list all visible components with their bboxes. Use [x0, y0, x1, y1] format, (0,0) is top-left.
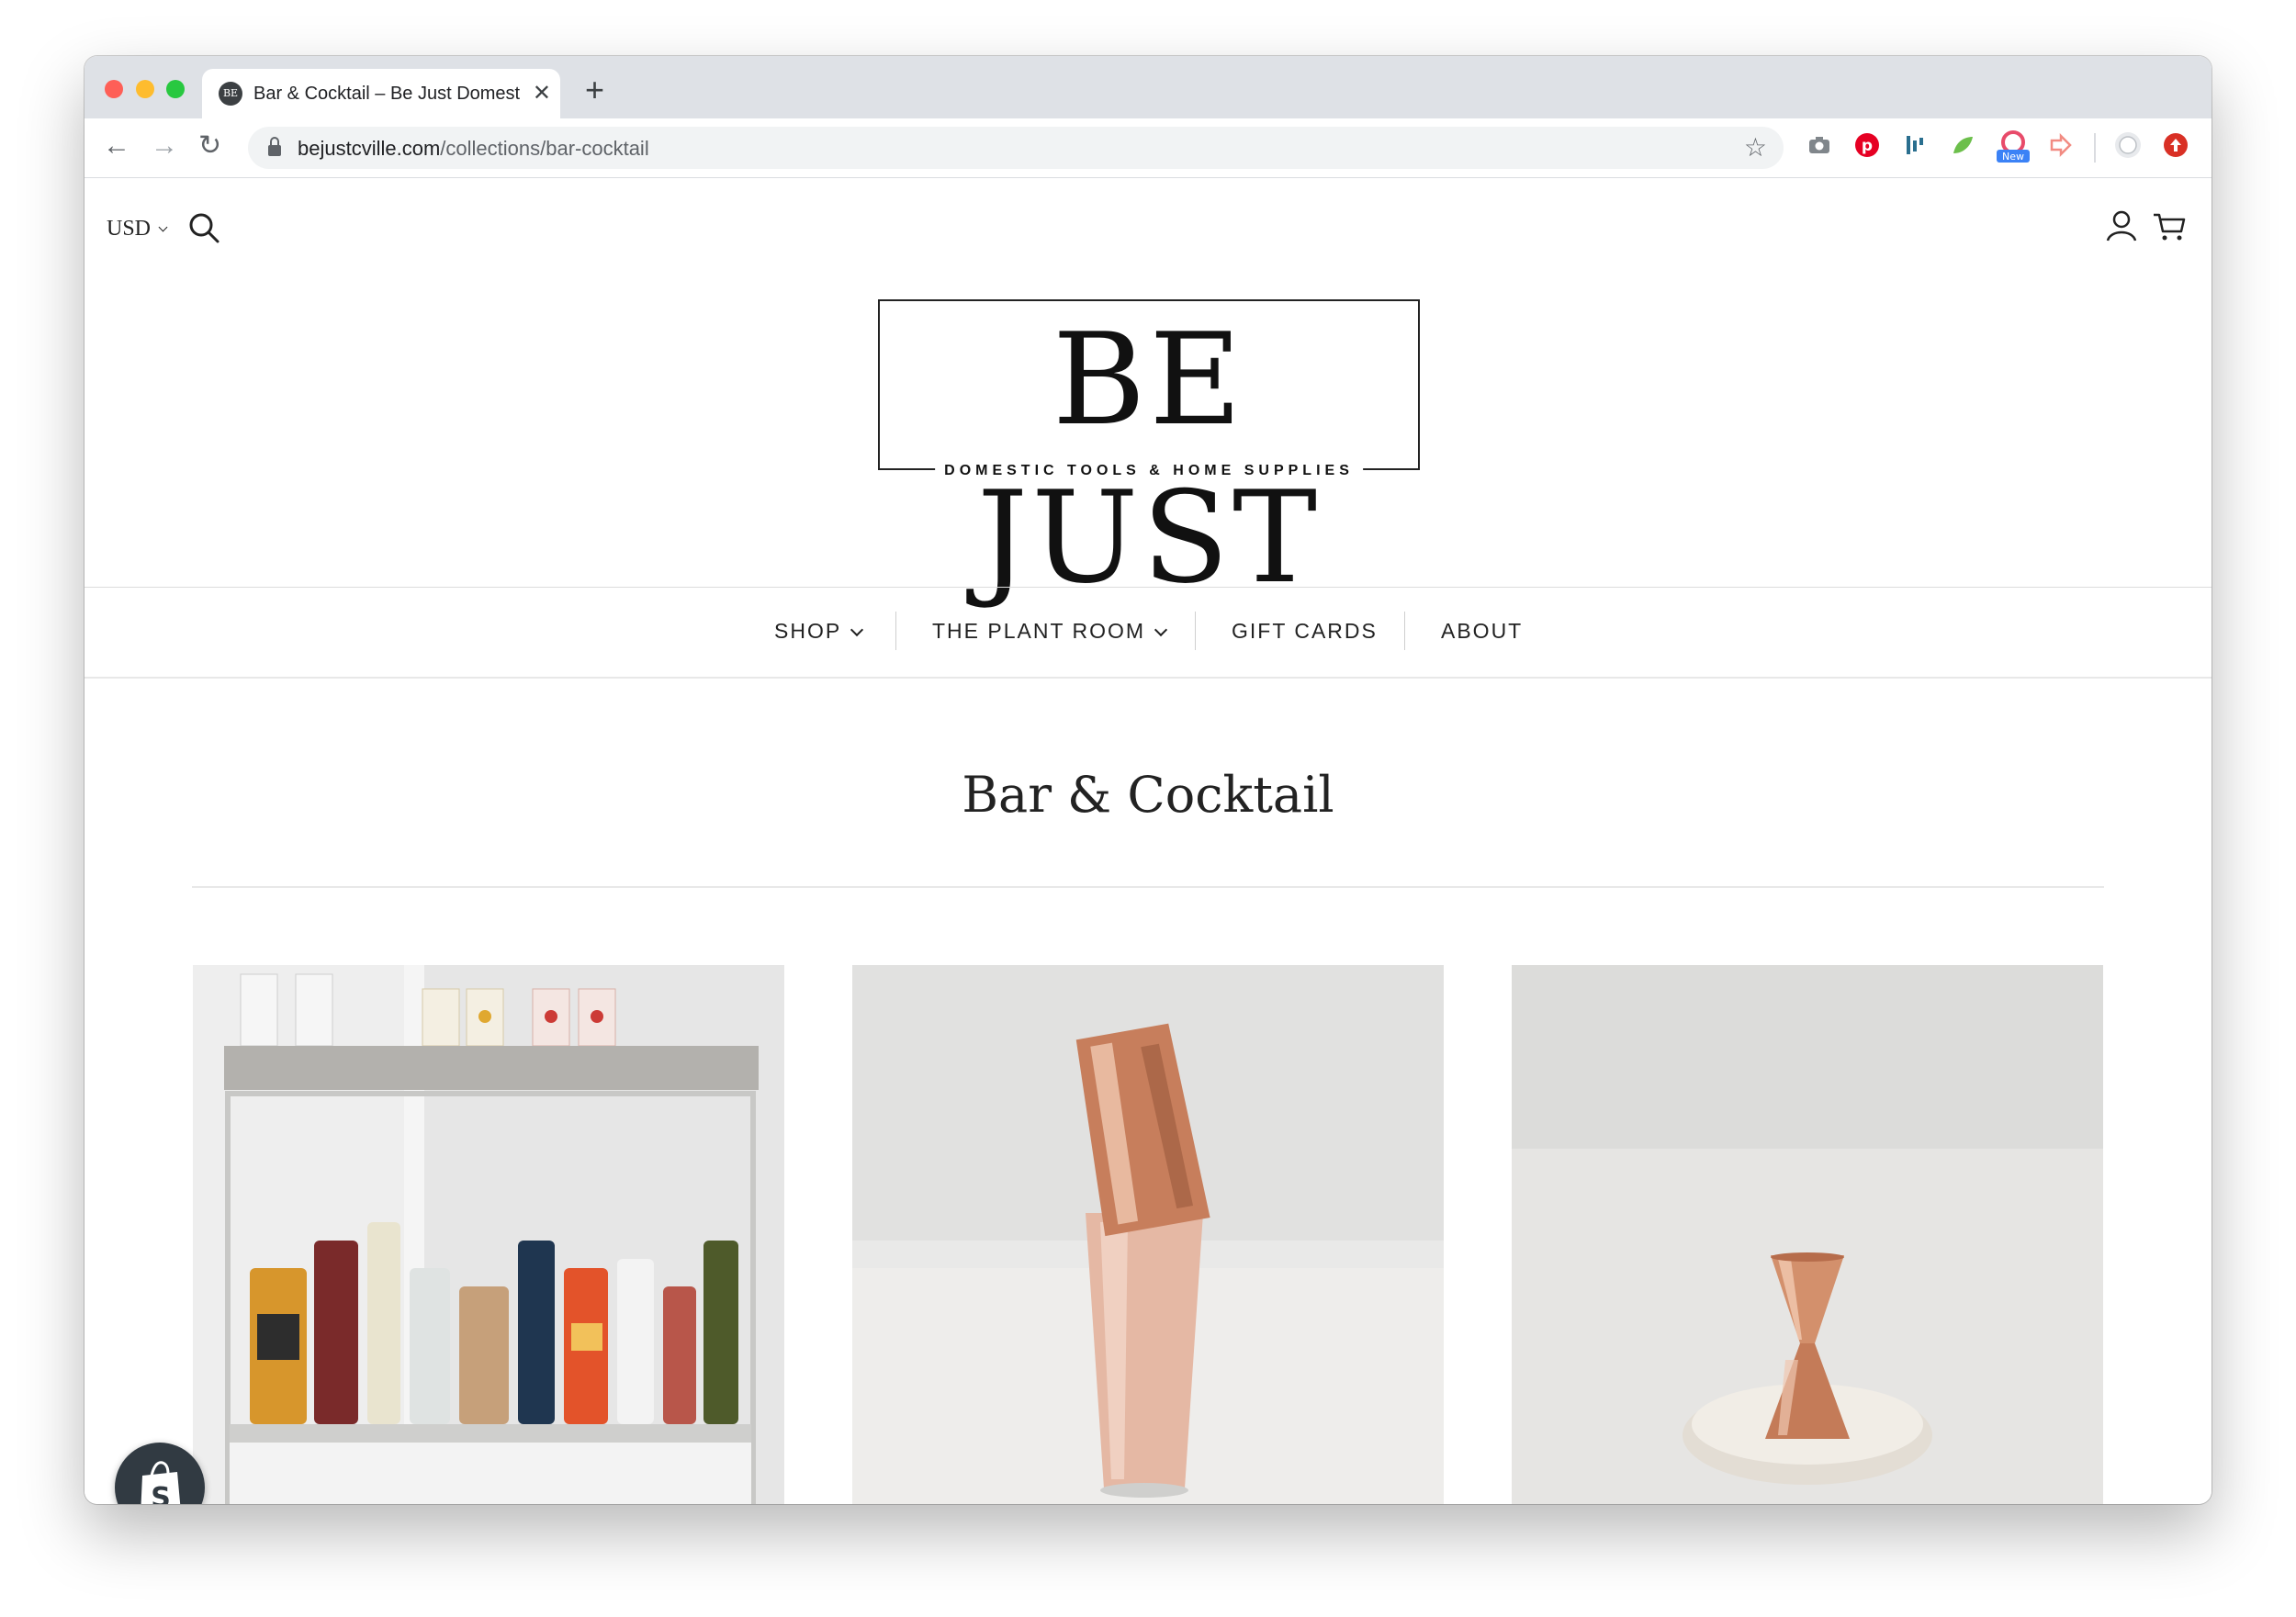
shaker-image: [852, 965, 1444, 1504]
url-path: /collections/bar-cocktail: [440, 137, 649, 160]
url-domain: bejustcville.com: [298, 137, 441, 160]
new-badge: New: [2002, 151, 2024, 163]
maximize-window-button[interactable]: [166, 80, 185, 98]
share-extension-icon[interactable]: [2046, 131, 2074, 159]
search-icon[interactable]: [187, 211, 220, 244]
nav-divider: [1404, 612, 1405, 650]
back-arrow-icon[interactable]: ←: [103, 128, 130, 164]
reload-icon[interactable]: ↻: [198, 128, 221, 164]
logo-wordmark: BE JUST: [976, 306, 1322, 612]
new-tab-button[interactable]: +: [585, 73, 604, 107]
profile-avatar-icon[interactable]: [2114, 131, 2142, 159]
analytics-extension-icon[interactable]: [1901, 131, 1929, 159]
nav-label-about: ABOUT: [1441, 619, 1524, 643]
browser-tab[interactable]: BE Bar & Cocktail – Be Just Domestic Too…: [202, 69, 560, 118]
tab-strip: BE Bar & Cocktail – Be Just Domestic Too…: [84, 56, 2212, 118]
store-logo[interactable]: BE JUST DOMESTIC TOOLS & HOME SUPPLIES: [878, 299, 1420, 612]
chevron-down-icon: [1154, 623, 1168, 637]
chevron-down-icon: [158, 222, 168, 232]
nav-divider: [895, 612, 896, 650]
main-navigation: SHOP THE PLANT ROOM GIFT CARDS ABOUT: [84, 588, 2212, 676]
svg-text:p: p: [1862, 137, 1873, 155]
logo-tagline: DOMESTIC TOOLS & HOME SUPPLIES: [935, 463, 1363, 479]
product-card-jigger[interactable]: [1512, 965, 2103, 1504]
nav-label-plant-room: THE PLANT ROOM: [932, 619, 1146, 643]
cart-icon[interactable]: [2153, 211, 2186, 242]
jigger-image: [1512, 965, 2103, 1504]
lock-icon: [268, 137, 281, 156]
nav-label-shop: SHOP: [774, 619, 842, 643]
title-divider: [192, 886, 2104, 888]
forward-arrow-icon[interactable]: →: [151, 128, 178, 164]
close-tab-icon[interactable]: ✕: [533, 80, 551, 107]
pinterest-extension-icon[interactable]: p: [1853, 131, 1881, 159]
camera-extension-icon[interactable]: [1806, 131, 1833, 159]
page-content: USD BE JUST DOMESTIC TOOLS & HOME SUPPLI…: [84, 178, 2212, 1504]
nav-label-gift-cards: GIFT CARDS: [1232, 619, 1378, 643]
shopify-chat-button[interactable]: S: [115, 1443, 205, 1504]
nav-item-shop[interactable]: SHOP: [774, 619, 864, 644]
currency-selector[interactable]: USD: [107, 217, 168, 241]
account-icon[interactable]: [2105, 209, 2138, 242]
address-bar[interactable]: bejustcville.com/collections/bar-cocktai…: [248, 127, 1784, 169]
update-menu-icon[interactable]: [2162, 131, 2189, 159]
browser-toolbar: ← → ↻ bejustcville.com/collections/bar-c…: [84, 118, 2212, 178]
product-card-bar-cart[interactable]: [193, 965, 784, 1504]
collection-title: Bar & Cocktail: [962, 766, 1334, 824]
browser-window: BE Bar & Cocktail – Be Just Domestic Too…: [84, 56, 2212, 1504]
nav-item-gift-cards[interactable]: GIFT CARDS: [1232, 619, 1378, 644]
chevron-down-icon: [850, 623, 864, 637]
product-card-shaker[interactable]: [852, 965, 1444, 1504]
toolbar-divider: [2094, 133, 2096, 163]
nav-bottom-border: [84, 677, 2212, 679]
new-extension-icon[interactable]: New: [1995, 128, 2032, 164]
close-window-button[interactable]: [105, 80, 123, 98]
nav-item-plant-room[interactable]: THE PLANT ROOM: [932, 619, 1168, 644]
leaf-extension-icon[interactable]: [1949, 131, 1976, 159]
favicon-icon: BE: [219, 82, 242, 106]
minimize-window-button[interactable]: [136, 80, 154, 98]
svg-text:S: S: [151, 1482, 171, 1504]
url-text: bejustcville.com/collections/bar-cocktai…: [298, 137, 649, 161]
bar-cart-image: [193, 965, 784, 1504]
shopify-bag-icon: S: [141, 1461, 181, 1504]
nav-divider: [1195, 612, 1196, 650]
tab-title: Bar & Cocktail – Be Just Domestic Tools …: [253, 84, 520, 104]
currency-label: USD: [107, 217, 152, 241]
nav-item-about[interactable]: ABOUT: [1441, 619, 1523, 644]
bookmark-star-icon[interactable]: ☆: [1744, 132, 1767, 163]
